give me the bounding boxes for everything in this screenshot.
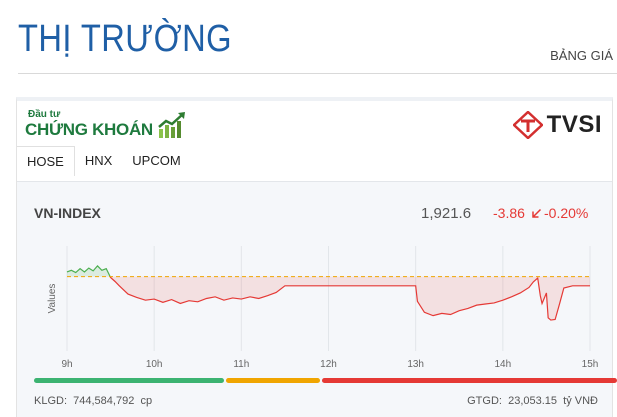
index-value: 1,921.6 — [421, 205, 472, 222]
value-info: GTGD: 23,053.15 tỷ VNĐ — [467, 395, 598, 407]
volume-unit: cp — [140, 395, 153, 407]
brand-tagline: Đầu tư — [28, 109, 61, 120]
index-name: VN-INDEX — [34, 205, 101, 221]
price-board-link[interactable]: BẢNG GIÁ — [550, 48, 613, 63]
volume-label: KLGD: — [34, 395, 68, 407]
value-label: GTGD: — [467, 395, 502, 407]
chart-x-tick-label: 12h — [320, 359, 337, 370]
header-divider — [18, 73, 617, 74]
partner-name: TVSI — [546, 111, 602, 138]
chart-x-tick-label: 11h — [233, 359, 249, 370]
chart-x-tick-label: 14h — [494, 359, 511, 370]
tvsi-logo-icon — [512, 111, 543, 139]
value-unit: tỷ VNĐ — [563, 395, 598, 407]
breadth-bar-advancers — [34, 378, 224, 383]
chart-x-tick-label: 15h — [582, 359, 599, 370]
intraday-chart: 9h 10h 11h 12h 13h 14h 15h Values — [47, 246, 599, 370]
chart-y-axis-label: Values — [47, 284, 58, 314]
volume-info: KLGD: 744,584,792 cp — [34, 395, 152, 407]
brand-name: CHỨNG KHOÁN — [25, 120, 153, 139]
tab-upcom[interactable]: UPCOM — [122, 146, 190, 176]
page-title: THỊ TRƯỜNG — [18, 18, 232, 60]
chart-x-tick-label: 9h — [61, 359, 72, 370]
breadth-bar-unchanged — [226, 378, 320, 383]
growth-chart-icon — [158, 112, 185, 138]
tab-hnx[interactable]: HNX — [75, 146, 122, 176]
exchange-tabs: HOSE HNX UPCOM — [17, 146, 191, 176]
partner-logo: TVSI — [512, 111, 602, 139]
index-percent: -0.20% — [544, 205, 589, 221]
breadth-bar-decliners — [322, 378, 617, 383]
page-header: THỊ TRƯỜNG BẢNG GIÁ — [18, 0, 617, 76]
arrow-down-left-icon — [532, 208, 541, 218]
index-change-value: -3.86 — [493, 205, 525, 221]
market-widget: Đầu tư CHỨNG KHOÁN TVSI HOSE HNX UPCOM V… — [16, 97, 617, 417]
tab-hose[interactable]: HOSE — [17, 146, 75, 176]
chart-x-tick-label: 10h — [146, 359, 163, 370]
value-amount: 23,053.15 — [508, 395, 558, 407]
index-change: -3.86 — [493, 205, 542, 221]
volume-value: 744,584,792 — [73, 395, 135, 407]
index-panel: VN-INDEX 1,921.6 -3.86 -0.20% 9h 10h 11h 12… — [17, 181, 617, 417]
chart-x-tick-label: 13h — [407, 359, 424, 370]
